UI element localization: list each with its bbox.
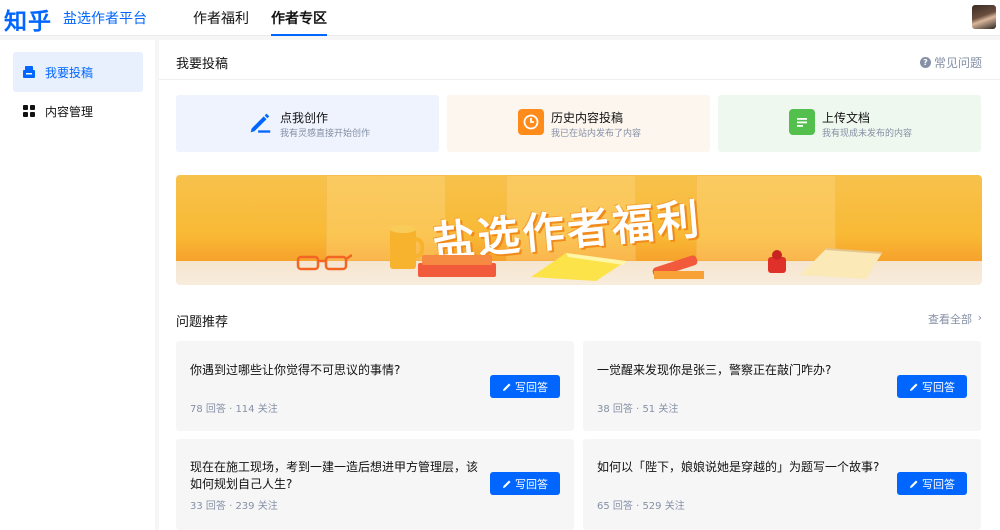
write-answer-label: 写回答 <box>922 380 955 394</box>
books-illustration <box>418 255 496 277</box>
main-panel: 我要投稿 ? 常见问题 点我创作 我有灵感直接开始创作 历史内容投稿 我已在站内… <box>159 40 1000 530</box>
question-card[interactable]: 你遇到过哪些让你觉得不可思议的事情? 78 回答 · 114 关注 写回答 <box>176 341 574 431</box>
question-icon: ? <box>919 57 931 68</box>
question-card[interactable]: 现在在施工现场，考到一建一造后想进甲方管理层，该如何规划自己人生? 33 回答 … <box>176 439 574 530</box>
question-stats: 33 回答 · 239 关注 <box>190 501 278 512</box>
top-bar: 知乎 盐选作者平台 作者福利 作者专区 <box>0 0 1000 36</box>
write-answer-label: 写回答 <box>515 380 548 394</box>
pencil-icon <box>910 383 918 391</box>
sidebar-item-label: 内容管理 <box>45 104 94 119</box>
question-card[interactable]: 一觉醒来发现你是张三，警察正在敲门咋办? 38 回答 · 51 关注 写回答 <box>583 341 981 431</box>
card-history-submit[interactable]: 历史内容投稿 我已在站内发布了内容 <box>447 95 710 152</box>
nav-author-zone[interactable]: 作者专区 <box>271 8 327 36</box>
write-answer-button[interactable]: 写回答 <box>897 472 967 495</box>
grid-icon <box>21 103 37 119</box>
question-title[interactable]: 一觉醒来发现你是张三，警察正在敲门咋办? <box>597 362 887 379</box>
card-subtitle: 我已在站内发布了内容 <box>551 129 642 139</box>
question-stats: 38 回答 · 51 关注 <box>597 404 679 415</box>
card-subtitle: 我有灵感直接开始创作 <box>280 129 371 139</box>
pen-icon <box>247 109 273 135</box>
open-book-illustration <box>531 253 626 281</box>
page-title: 我要投稿 <box>176 57 229 72</box>
write-answer-label: 写回答 <box>515 477 548 491</box>
question-title[interactable]: 如何以「陛下，娘娘说她是穿越的」为题写一个故事? <box>597 459 887 476</box>
card-subtitle: 我有现成未发布的内容 <box>822 129 913 139</box>
sidebar: 我要投稿 内容管理 <box>0 40 155 530</box>
write-answer-button[interactable]: 写回答 <box>490 375 560 398</box>
recommend-title: 问题推荐 <box>176 315 229 330</box>
notebook-illustration <box>800 248 883 279</box>
sidebar-item-content-management[interactable]: 内容管理 <box>13 91 143 131</box>
write-answer-button[interactable]: 写回答 <box>897 375 967 398</box>
main-header: 我要投稿 ? 常见问题 <box>159 40 1000 80</box>
card-title: 点我创作 <box>280 111 329 125</box>
card-title: 上传文档 <box>822 111 871 125</box>
zhihu-logo[interactable]: 知乎 <box>4 2 52 36</box>
pencil-illustration <box>652 255 704 279</box>
nav-author-benefits[interactable]: 作者福利 <box>193 8 249 36</box>
author-benefits-banner[interactable]: 盐选作者福利 <box>176 175 982 285</box>
platform-name[interactable]: 盐选作者平台 <box>63 8 147 28</box>
submit-icon <box>21 64 37 80</box>
bookshelf-decor <box>326 175 446 261</box>
sidebar-item-submit[interactable]: 我要投稿 <box>13 52 143 92</box>
ink-stamp-illustration <box>768 250 786 273</box>
question-stats: 78 回答 · 114 关注 <box>190 404 278 415</box>
card-title: 历史内容投稿 <box>551 111 624 125</box>
view-all-link[interactable]: 查看全部 <box>928 311 972 327</box>
pencil-icon <box>910 480 918 488</box>
write-answer-label: 写回答 <box>922 477 955 491</box>
glasses-illustration <box>296 253 352 271</box>
faq-label: 常见问题 <box>933 56 982 70</box>
document-icon <box>789 109 815 135</box>
question-title[interactable]: 你遇到过哪些让你觉得不可思议的事情? <box>190 362 480 379</box>
question-card[interactable]: 如何以「陛下，娘娘说她是穿越的」为题写一个故事? 65 回答 · 529 关注 … <box>583 439 981 530</box>
faq-link[interactable]: ? 常见问题 <box>919 54 982 71</box>
pencil-icon <box>503 383 511 391</box>
question-title[interactable]: 现在在施工现场，考到一建一造后想进甲方管理层，该如何规划自己人生? <box>190 459 480 493</box>
sidebar-item-label: 我要投稿 <box>45 65 94 80</box>
pencil-icon <box>503 480 511 488</box>
question-stats: 65 回答 · 529 关注 <box>597 501 685 512</box>
avatar[interactable] <box>972 5 996 29</box>
chevron-right-icon[interactable]: › <box>978 311 982 324</box>
write-answer-button[interactable]: 写回答 <box>490 472 560 495</box>
clock-icon <box>518 109 544 135</box>
card-create[interactable]: 点我创作 我有灵感直接开始创作 <box>176 95 439 152</box>
card-upload-document[interactable]: 上传文档 我有现成未发布的内容 <box>718 95 981 152</box>
